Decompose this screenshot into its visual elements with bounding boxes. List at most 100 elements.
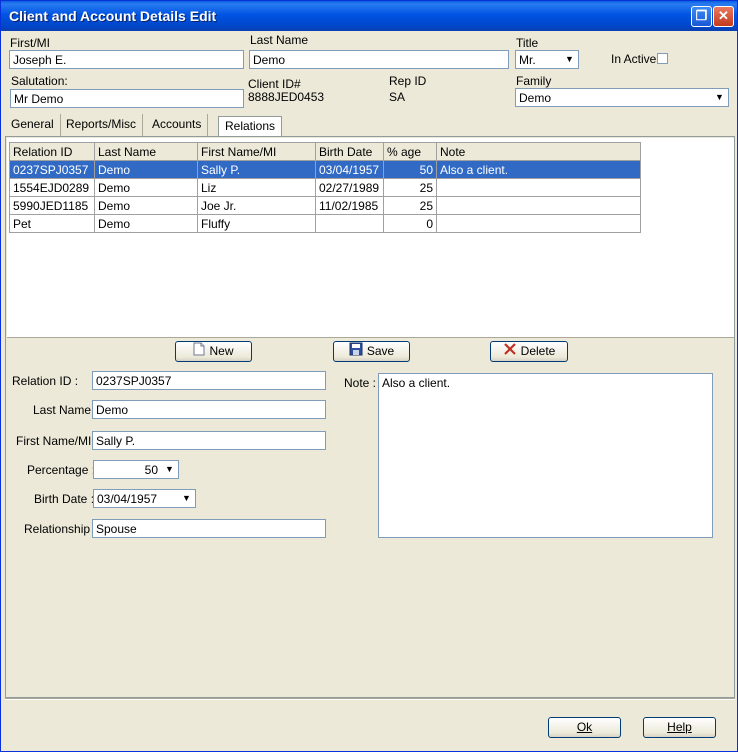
cell-percentage: 0 bbox=[383, 214, 437, 233]
new-button-label: New bbox=[209, 344, 234, 359]
relationship-input[interactable]: Spouse bbox=[92, 519, 326, 538]
save-button-label: Save bbox=[366, 344, 395, 359]
title-select-value: Mr. bbox=[519, 53, 536, 67]
title-select[interactable]: Mr. ▼ bbox=[515, 50, 579, 69]
new-document-icon bbox=[193, 342, 205, 362]
relation-id-label: Relation ID : bbox=[12, 374, 79, 388]
cell-birth-date bbox=[315, 214, 384, 233]
relationship-label: Relationship : bbox=[24, 522, 97, 536]
title-bar[interactable]: Client and Account Details Edit ❐ ✕ bbox=[1, 1, 737, 31]
cell-first-name: Liz bbox=[197, 178, 316, 197]
inactive-checkbox[interactable] bbox=[657, 53, 668, 64]
cell-last-name: Demo bbox=[94, 214, 198, 233]
cell-percentage: 50 bbox=[383, 160, 437, 179]
relations-table: Relation ID Last Name First Name/MI Birt… bbox=[9, 142, 641, 233]
last-name-detail-input[interactable]: Demo bbox=[92, 400, 326, 419]
delete-x-icon bbox=[503, 342, 517, 362]
family-label: Family bbox=[516, 74, 552, 88]
cell-relation-id: 5990JED1185 bbox=[9, 196, 95, 215]
cell-birth-date: 03/04/1957 bbox=[315, 160, 384, 179]
birth-date-label: Birth Date : bbox=[34, 492, 95, 506]
chevron-down-icon[interactable]: ▼ bbox=[562, 52, 577, 67]
column-header-birth-date[interactable]: Birth Date bbox=[315, 142, 384, 161]
first-name-input[interactable]: Joseph E. bbox=[9, 50, 244, 69]
relation-id-input[interactable]: 0237SPJ0357 bbox=[92, 371, 326, 390]
ok-button[interactable]: Ok bbox=[548, 717, 621, 738]
help-button-label: Help bbox=[667, 720, 692, 734]
tab-general[interactable]: General bbox=[5, 114, 61, 136]
cell-first-name: Fluffy bbox=[197, 214, 316, 233]
first-name-detail-input[interactable]: Sally P. bbox=[92, 431, 326, 450]
table-row[interactable]: Pet Demo Fluffy 0 bbox=[9, 214, 641, 233]
last-name-label: Last Name bbox=[250, 33, 309, 47]
first-name-detail-label: First Name/MI : bbox=[16, 434, 99, 448]
rep-id-label: Rep ID bbox=[389, 74, 427, 88]
table-row[interactable]: 0237SPJ0357 Demo Sally P. 03/04/1957 50 … bbox=[9, 160, 641, 179]
close-button[interactable]: ✕ bbox=[713, 6, 734, 27]
relations-grid: Relation ID Last Name First Name/MI Birt… bbox=[7, 138, 734, 338]
column-header-percentage[interactable]: % age bbox=[383, 142, 437, 161]
cell-note bbox=[436, 214, 641, 233]
cell-relation-id: 1554EJD0289 bbox=[9, 178, 95, 197]
tab-accounts[interactable]: Accounts bbox=[146, 114, 209, 136]
cell-birth-date: 11/02/1985 bbox=[315, 196, 384, 215]
delete-button[interactable]: Delete bbox=[490, 341, 568, 362]
table-header-row: Relation ID Last Name First Name/MI Birt… bbox=[9, 142, 641, 161]
new-button[interactable]: New bbox=[175, 341, 252, 362]
cell-last-name: Demo bbox=[94, 160, 198, 179]
first-name-label: First/MI bbox=[10, 36, 50, 50]
footer-divider bbox=[5, 698, 735, 700]
last-name-input[interactable]: Demo bbox=[249, 50, 509, 69]
note-label: Note : bbox=[344, 376, 377, 390]
client-id-value: 8888JED0453 bbox=[248, 90, 325, 104]
column-header-first-name[interactable]: First Name/MI bbox=[197, 142, 316, 161]
tab-reports-misc[interactable]: Reports/Misc bbox=[60, 114, 144, 136]
percentage-label: Percentage : bbox=[27, 463, 96, 477]
inactive-label: In Active bbox=[611, 52, 657, 66]
column-header-last-name[interactable]: Last Name bbox=[94, 142, 198, 161]
cell-note: Also a client. bbox=[436, 160, 641, 179]
client-id-label: Client ID# bbox=[248, 77, 301, 91]
cell-percentage: 25 bbox=[383, 196, 437, 215]
tab-relations[interactable]: Relations bbox=[218, 116, 283, 136]
floppy-disk-icon bbox=[349, 342, 363, 362]
note-textarea[interactable]: Also a client. bbox=[378, 373, 713, 538]
birth-date-picker[interactable]: 03/04/1957 ▼ bbox=[93, 489, 196, 508]
cell-first-name: Sally P. bbox=[197, 160, 316, 179]
cell-note bbox=[436, 178, 641, 197]
percentage-value: 50 bbox=[144, 463, 158, 477]
last-name-detail-label: Last Name : bbox=[33, 403, 98, 417]
cell-relation-id: 0237SPJ0357 bbox=[9, 160, 95, 179]
column-header-relation-id[interactable]: Relation ID bbox=[9, 142, 95, 161]
chevron-down-icon[interactable]: ▼ bbox=[162, 462, 177, 477]
family-select-value: Demo bbox=[519, 91, 552, 105]
salutation-label: Salutation: bbox=[11, 74, 68, 88]
birth-date-value: 03/04/1957 bbox=[97, 492, 158, 506]
chevron-down-icon[interactable]: ▼ bbox=[179, 491, 194, 506]
help-button[interactable]: Help bbox=[643, 717, 716, 738]
rep-id-value: SA bbox=[389, 90, 406, 104]
table-row[interactable]: 1554EJD0289 Demo Liz 02/27/1989 25 bbox=[9, 178, 641, 197]
cell-note bbox=[436, 196, 641, 215]
restore-button[interactable]: ❐ bbox=[691, 6, 712, 27]
table-row[interactable]: 5990JED1185 Demo Joe Jr. 11/02/1985 25 bbox=[9, 196, 641, 215]
restore-icon: ❐ bbox=[695, 8, 708, 23]
ok-button-label: Ok bbox=[576, 720, 593, 734]
family-select[interactable]: Demo ▼ bbox=[515, 88, 729, 107]
column-header-note[interactable]: Note bbox=[436, 142, 641, 161]
salutation-input[interactable]: Mr Demo bbox=[10, 89, 244, 108]
cell-relation-id: Pet bbox=[9, 214, 95, 233]
delete-button-label: Delete bbox=[520, 344, 556, 359]
cell-last-name: Demo bbox=[94, 196, 198, 215]
cell-birth-date: 02/27/1989 bbox=[315, 178, 384, 197]
window-title: Client and Account Details Edit bbox=[9, 8, 217, 24]
chevron-down-icon[interactable]: ▼ bbox=[712, 90, 727, 105]
close-icon: ✕ bbox=[718, 8, 729, 23]
cell-last-name: Demo bbox=[94, 178, 198, 197]
percentage-stepper[interactable]: 50 ▼ bbox=[93, 460, 179, 479]
save-button[interactable]: Save bbox=[333, 341, 410, 362]
title-label: Title bbox=[516, 36, 539, 50]
cell-first-name: Joe Jr. bbox=[197, 196, 316, 215]
dialog-window: Client and Account Details Edit ❐ ✕ Firs… bbox=[0, 0, 738, 752]
cell-percentage: 25 bbox=[383, 178, 437, 197]
